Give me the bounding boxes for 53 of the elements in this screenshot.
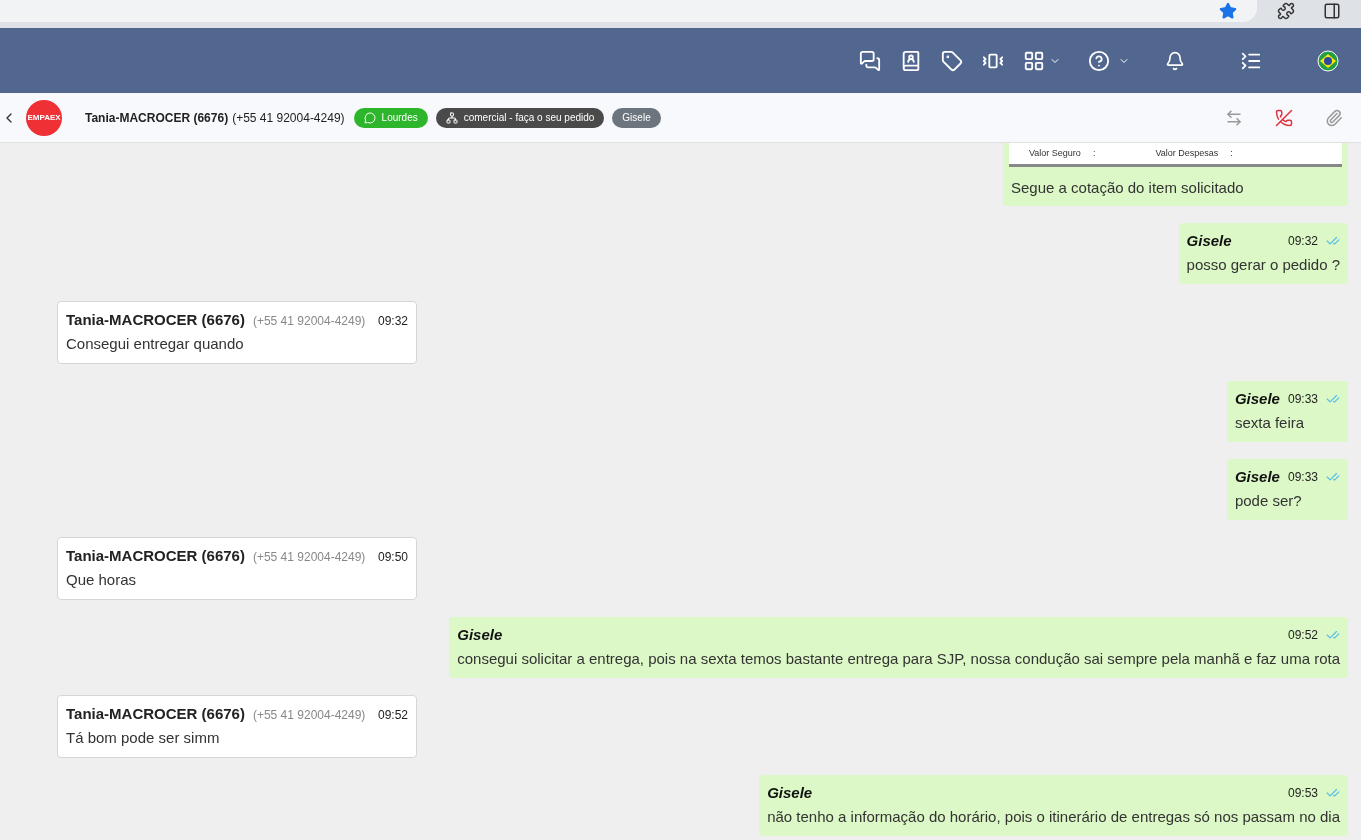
document-label: : (1230, 146, 1233, 160)
tag-label: Lourdes (381, 111, 418, 125)
sender-name: Tania-MACROCER (6676) (66, 703, 245, 724)
attachment-icon[interactable] (1325, 108, 1343, 127)
message-time: 09:33 (1287, 390, 1318, 408)
message-time: 09:32 (377, 312, 408, 330)
message-text: Que horas (66, 570, 138, 590)
bookmark-star-icon[interactable] (1219, 2, 1237, 20)
message-time: 09:52 (377, 706, 408, 724)
logo-text: EMPAEX (27, 113, 61, 122)
sender-name: Gisele (457, 624, 503, 645)
message-time: 09:53 (1287, 784, 1318, 802)
sender-name: Gisele (1234, 466, 1280, 487)
contact-book-icon[interactable] (900, 49, 922, 72)
chat-bubble-icon (363, 111, 376, 124)
document-label: : (1092, 146, 1096, 160)
sender-name: Gisele (767, 782, 813, 803)
help-icon[interactable] (1088, 49, 1110, 72)
message-text: sexta feira (1234, 413, 1306, 433)
extensions-icon[interactable] (1277, 2, 1295, 20)
message-text: pode ser? (1234, 491, 1303, 511)
message-text: consegui solicitar a entrega, pois na sexta temos bastante entrega para SJP, nossa condução sai sempre pela manhã e faz uma rota (457, 649, 1340, 669)
sender-phone: (+55 41 92004-4249) (252, 312, 366, 330)
contact-name: Tania-MACROCER (6676) (85, 109, 229, 127)
sender-name: Tania-MACROCER (6676) (66, 545, 245, 566)
sender-name: Gisele (1186, 230, 1232, 251)
message-text: posso gerar o pedido ? (1186, 255, 1340, 275)
document-label: Valor Despesas (1155, 146, 1219, 160)
contact-phone: (+55 41 92004-4249) (232, 109, 345, 127)
message-text: Tá bom pode ser simm (66, 728, 221, 748)
bell-icon[interactable] (1165, 50, 1185, 71)
tag-icon[interactable] (941, 49, 963, 72)
message-time: 09:33 (1287, 468, 1318, 486)
flag-icon[interactable] (1317, 49, 1339, 72)
message-text: Consegui entregar quando (66, 334, 245, 354)
message-time: 09:52 (1287, 626, 1318, 644)
tag-label: comercial - faça o seu pedido (463, 111, 595, 125)
message-time: 09:50 (377, 548, 408, 566)
sender-name: Tania-MACROCER (6676) (66, 309, 245, 330)
tag-label: Gisele (622, 111, 651, 125)
message-text: Segue a cotação do item solicitado (1010, 178, 1245, 198)
sender-phone: (+55 41 92004-4249) (252, 548, 366, 566)
document-label: Valor Seguro (1029, 146, 1081, 160)
hierarchy-icon (445, 111, 458, 124)
transfer-icon[interactable] (1225, 108, 1243, 127)
hang-up-icon[interactable] (1275, 108, 1293, 127)
sender-phone: (+55 41 92004-4249) (252, 706, 366, 724)
chat-icon[interactable] (859, 49, 881, 72)
message-time: 09:32 (1287, 232, 1318, 250)
apps-grid-icon[interactable] (1023, 49, 1045, 72)
sender-name: Gisele (1234, 388, 1280, 409)
side-panel-icon[interactable] (1323, 2, 1341, 20)
message-text: não tenho a informação do horário, pois o itinerário de entregas só nos passam no dia (767, 807, 1340, 827)
